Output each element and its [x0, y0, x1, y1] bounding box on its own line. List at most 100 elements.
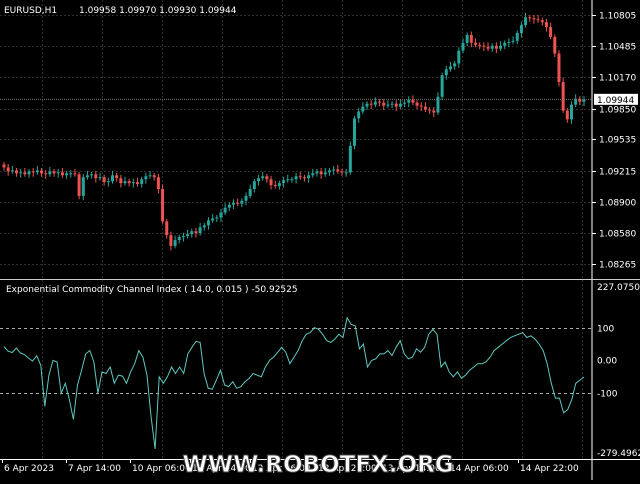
candle-body[interactable] — [282, 180, 286, 184]
candle-body[interactable] — [532, 18, 536, 20]
candle-body[interactable] — [177, 237, 181, 241]
candle-body[interactable] — [169, 235, 173, 246]
candle-body[interactable] — [19, 172, 23, 174]
candle-body[interactable] — [69, 173, 73, 175]
candle-body[interactable] — [10, 170, 14, 172]
candle-body[interactable] — [419, 105, 423, 107]
trading-chart-window[interactable]: 1.10805 1.10485 1.10170 1.09850 1.09535 1.092… — [0, 0, 640, 480]
candle-body[interactable] — [223, 207, 227, 213]
candle-body[interactable] — [298, 176, 302, 178]
candle-body[interactable] — [428, 109, 432, 111]
candle-body[interactable] — [302, 177, 306, 179]
candle-body[interactable] — [35, 170, 39, 173]
candle-body[interactable] — [515, 33, 519, 41]
candle-body[interactable] — [503, 42, 507, 46]
candle-body[interactable] — [186, 234, 190, 237]
candle-body[interactable] — [240, 200, 244, 204]
candle-body[interactable] — [94, 174, 98, 179]
candle-body[interactable] — [77, 174, 81, 196]
candle-body[interactable] — [152, 175, 156, 178]
candle-body[interactable] — [236, 202, 240, 204]
candle-body[interactable] — [161, 189, 165, 222]
candle-body[interactable] — [332, 169, 336, 171]
candle-body[interactable] — [474, 42, 478, 45]
candle-body[interactable] — [73, 173, 77, 175]
candle-body[interactable] — [48, 171, 52, 175]
candle-body[interactable] — [569, 104, 573, 120]
candle-body[interactable] — [323, 172, 327, 175]
candle-body[interactable] — [315, 171, 319, 174]
candle-body[interactable] — [448, 66, 452, 70]
candle-body[interactable] — [440, 75, 444, 97]
candle-body[interactable] — [277, 183, 281, 187]
candle-body[interactable] — [407, 99, 411, 103]
candle-body[interactable] — [444, 69, 448, 76]
candle-body[interactable] — [23, 172, 27, 175]
candle-body[interactable] — [27, 171, 31, 175]
candle-body[interactable] — [369, 103, 373, 105]
candle-body[interactable] — [398, 103, 402, 107]
candle-body[interactable] — [373, 101, 377, 105]
candle-body[interactable] — [115, 175, 119, 179]
candle-body[interactable] — [536, 19, 540, 21]
candle-body[interactable] — [511, 40, 515, 42]
candle-body[interactable] — [227, 204, 231, 208]
candle-body[interactable] — [378, 101, 382, 103]
candle-body[interactable] — [181, 236, 185, 238]
candle-body[interactable] — [60, 172, 64, 176]
candle-body[interactable] — [382, 102, 386, 106]
candle-body[interactable] — [490, 45, 494, 49]
candle-body[interactable] — [215, 217, 219, 219]
candle-body[interactable] — [507, 41, 511, 43]
candle-body[interactable] — [394, 103, 398, 107]
candle-body[interactable] — [273, 185, 277, 187]
candle-body[interactable] — [361, 106, 365, 112]
candle-body[interactable] — [40, 170, 44, 174]
candle-body[interactable] — [252, 181, 256, 190]
candle-body[interactable] — [144, 176, 148, 180]
candle-body[interactable] — [411, 99, 415, 103]
candle-body[interactable] — [544, 22, 548, 28]
candle-body[interactable] — [98, 177, 102, 179]
candle-body[interactable] — [540, 20, 544, 23]
candle-body[interactable] — [549, 27, 553, 37]
candle-body[interactable] — [127, 181, 131, 184]
candle-body[interactable] — [519, 25, 523, 34]
candle-body[interactable] — [557, 53, 561, 83]
candle-body[interactable] — [106, 181, 110, 183]
candle-body[interactable] — [365, 103, 369, 107]
candle-body[interactable] — [202, 225, 206, 228]
candle-body[interactable] — [257, 178, 261, 182]
candle-body[interactable] — [206, 220, 210, 226]
candle-body[interactable] — [553, 36, 557, 54]
candle-body[interactable] — [44, 173, 48, 175]
candle-body[interactable] — [469, 34, 473, 43]
candle-body[interactable] — [390, 103, 394, 105]
candle-body[interactable] — [261, 176, 265, 179]
candle-body[interactable] — [136, 182, 140, 185]
candle-body[interactable] — [219, 212, 223, 218]
candle-body[interactable] — [2, 164, 6, 168]
candle-body[interactable] — [528, 17, 532, 19]
candle-body[interactable] — [486, 46, 490, 49]
candle-body[interactable] — [90, 174, 94, 176]
candle-body[interactable] — [198, 227, 202, 234]
candle-body[interactable] — [386, 104, 390, 106]
candle-body[interactable] — [353, 118, 357, 146]
candle-body[interactable] — [131, 182, 135, 184]
candle-body[interactable] — [461, 42, 465, 51]
candle-body[interactable] — [110, 175, 114, 182]
candle-body[interactable] — [336, 169, 340, 172]
candle-body[interactable] — [65, 173, 69, 176]
candle-body[interactable] — [286, 179, 290, 181]
candle-body[interactable] — [478, 44, 482, 46]
candle-body[interactable] — [465, 34, 469, 43]
cci-indicator-line[interactable] — [3, 316, 585, 449]
candle-body[interactable] — [340, 171, 344, 173]
candle-body[interactable] — [190, 231, 194, 235]
candle-body[interactable] — [31, 171, 35, 173]
candle-body[interactable] — [244, 195, 248, 201]
candle-body[interactable] — [453, 63, 457, 67]
candle-body[interactable] — [582, 99, 586, 102]
candle-body[interactable] — [307, 175, 311, 179]
